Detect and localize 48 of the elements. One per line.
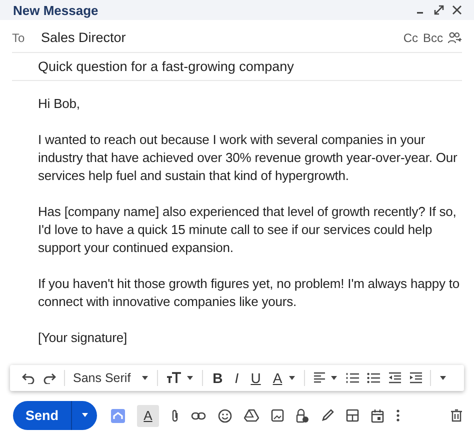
more-formatting-icon[interactable] [439, 376, 448, 381]
bcc-link[interactable]: Bcc [422, 30, 443, 45]
formatting-toggle[interactable]: A [137, 404, 159, 426]
indent-less-icon[interactable] [388, 372, 402, 384]
app-icon[interactable] [111, 408, 125, 422]
body-paragraph: [Your signature] [38, 329, 128, 348]
pen-icon[interactable] [321, 409, 334, 422]
emoji-icon[interactable] [218, 408, 232, 422]
bold-button[interactable]: B [210, 370, 225, 386]
font-dropdown[interactable]: Sans Serif [73, 371, 131, 386]
undo-icon[interactable] [22, 372, 35, 384]
numbered-list-icon[interactable] [346, 372, 360, 384]
body-paragraph: Has [company name] also experienced that level of growth recently? If so, I'd love to have a quick 15 minute call to see if our services could help support your continued expansion. [38, 203, 458, 258]
to-label: To [12, 30, 26, 45]
italic-button[interactable]: I [232, 370, 241, 386]
drive-icon[interactable] [244, 409, 259, 422]
text-size-icon[interactable] [166, 372, 182, 384]
lock-clock-icon[interactable] [296, 408, 309, 423]
caret-icon [80, 413, 88, 418]
subject-field[interactable]: Quick question for a fast-growing company [38, 59, 462, 74]
layout-icon[interactable] [346, 409, 359, 422]
more-options-icon[interactable] [396, 409, 400, 422]
caret-icon [330, 376, 338, 381]
cc-link[interactable]: Cc [403, 30, 418, 45]
text-color-button[interactable]: A [270, 370, 284, 386]
close-icon[interactable] [452, 5, 462, 16]
send-options-button[interactable] [71, 401, 97, 430]
caret-icon [140, 376, 149, 381]
image-icon[interactable] [271, 409, 284, 422]
caret-icon [186, 376, 194, 381]
send-button[interactable]: Send [13, 401, 71, 430]
expand-icon[interactable] [434, 5, 444, 16]
paperclip-icon[interactable] [171, 408, 179, 422]
trash-icon[interactable] [451, 409, 462, 422]
body-paragraph: Hi Bob, [38, 95, 81, 114]
recipient-field[interactable]: Sales Director [41, 30, 398, 46]
underline-button[interactable]: U [248, 370, 263, 386]
window-title: New Message [13, 2, 100, 18]
redo-icon[interactable] [43, 372, 56, 384]
align-icon[interactable] [313, 372, 326, 384]
body-paragraph: If you haven't hit those growth figures yet, no problem! I'm always happy to connect with innovative companies like yours. [38, 275, 461, 312]
indent-more-icon[interactable] [409, 372, 422, 384]
bulleted-list-icon[interactable] [367, 372, 380, 384]
calendar-icon[interactable] [371, 408, 384, 422]
body-paragraph: I wanted to reach out because I work with several companies in your industry that have achieved over 30% revenue growth year-over-year. Our services help fuel and sustain that kind of hypergrowth. [38, 131, 458, 186]
caret-icon [288, 376, 296, 381]
add-people-icon[interactable] [448, 32, 462, 44]
link-icon[interactable] [191, 412, 206, 420]
